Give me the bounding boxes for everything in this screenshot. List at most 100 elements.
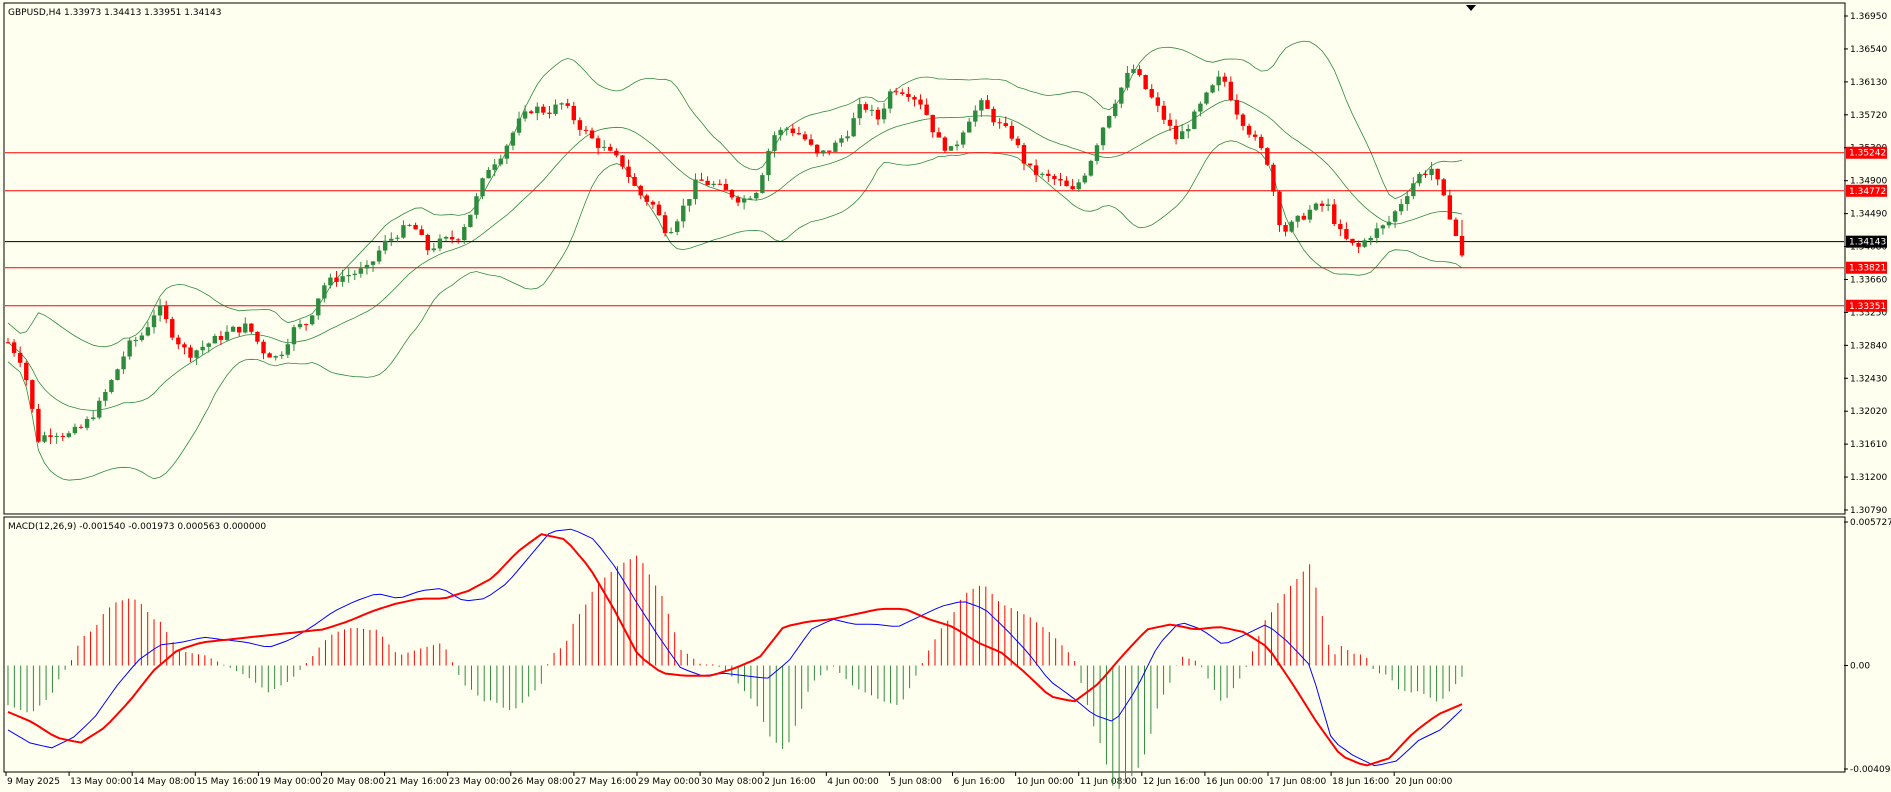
candle-body	[90, 417, 96, 419]
candle-body	[1398, 204, 1404, 212]
candle-body	[449, 236, 455, 240]
candle-body	[894, 91, 899, 93]
candle-body	[358, 268, 364, 274]
price-axis-label: 1.32430	[1850, 374, 1887, 384]
candle-body	[1027, 163, 1033, 166]
candle-body	[626, 166, 631, 177]
candle-body	[997, 122, 1002, 124]
candle-body	[1125, 72, 1130, 88]
candle-body	[930, 114, 935, 133]
price-axis-label: 1.31200	[1850, 473, 1887, 483]
candle-body	[1003, 123, 1008, 127]
candle-body	[1307, 209, 1313, 220]
candle-body	[808, 139, 814, 145]
time-axis-label: 5 Jun 08:00	[890, 777, 942, 787]
price-axis-label: 1.31610	[1850, 440, 1887, 450]
price-tag-label: 1.33351	[1849, 302, 1886, 312]
candle-body	[1362, 240, 1367, 247]
candle-body	[1082, 175, 1088, 183]
candle-body	[608, 146, 613, 151]
candle-body	[1137, 69, 1142, 76]
candle-body	[967, 121, 972, 133]
candle-body	[711, 183, 716, 185]
candle-body	[547, 112, 552, 114]
candle-body	[723, 184, 729, 190]
candle-body	[419, 229, 424, 235]
candle-body	[960, 132, 966, 145]
candle-body	[1392, 211, 1398, 222]
candle-body	[133, 339, 138, 341]
candle-body	[36, 408, 41, 442]
candle-body	[163, 305, 169, 320]
candle-body	[1198, 103, 1203, 112]
candle-body	[541, 106, 546, 113]
candle-body	[182, 344, 187, 348]
candle-body	[881, 108, 887, 120]
candle-body	[376, 250, 382, 262]
candle-body	[1368, 237, 1373, 241]
candle-body	[297, 324, 303, 328]
candle-body	[1216, 76, 1221, 86]
candle-body	[827, 150, 832, 152]
candle-body	[924, 104, 929, 115]
candle-body	[316, 298, 321, 316]
candle-body	[991, 108, 996, 123]
candle-body	[236, 326, 242, 333]
candle-body	[1350, 238, 1355, 244]
candle-body	[766, 150, 771, 176]
candle-body	[97, 400, 102, 418]
candle-body	[401, 225, 406, 238]
macd-axis-label: 0.005727	[1850, 518, 1891, 528]
candle-body	[273, 356, 278, 358]
candle-body	[577, 120, 583, 130]
candle-body	[632, 176, 637, 186]
candle-body	[833, 142, 838, 152]
candle-body	[851, 118, 856, 137]
candle-body	[279, 354, 284, 357]
candle-body	[1265, 148, 1270, 165]
candle-body	[1015, 138, 1021, 146]
candle-body	[1325, 204, 1331, 206]
candle-body	[84, 418, 90, 428]
time-axis-label: 13 May 00:00	[70, 777, 132, 787]
candle-body	[699, 179, 704, 181]
candle-body	[382, 240, 388, 251]
candle-body	[516, 118, 522, 133]
candle-body	[364, 264, 370, 269]
candle-body	[985, 100, 990, 109]
candle-body	[474, 196, 479, 215]
candle-body	[206, 343, 211, 347]
indicator-header: MACD(12,26,9) -0.001540 -0.001973 0.0005…	[8, 522, 266, 532]
candle-body	[340, 276, 345, 282]
candle-body	[1332, 204, 1337, 225]
candle-body	[735, 197, 741, 203]
candle-body	[176, 337, 181, 345]
candle-body	[24, 362, 29, 381]
candle-body	[188, 347, 193, 358]
price-tag-label: 1.34143	[1849, 238, 1886, 248]
chart-root: 1.369501.365401.361301.357201.353001.349…	[0, 0, 1891, 792]
candle-body	[565, 103, 570, 106]
candle-body	[821, 150, 826, 154]
candle-body	[1186, 128, 1191, 132]
candle-body	[334, 277, 339, 282]
time-axis-label: 29 May 00:00	[638, 777, 700, 787]
candle-body	[1283, 225, 1288, 232]
candle-body	[48, 435, 53, 437]
time-axis-label: 10 Jun 00:00	[1017, 777, 1074, 787]
candle-body	[127, 340, 132, 357]
candle-body	[1234, 100, 1240, 115]
macd-axis-label: -0.004094	[1850, 765, 1891, 775]
candle-body	[857, 104, 862, 119]
candle-body	[389, 238, 394, 241]
candle-body	[802, 134, 808, 140]
candle-body	[328, 277, 333, 286]
candle-body	[212, 335, 218, 344]
candle-body	[1319, 203, 1325, 206]
time-axis-label: 16 Jun 00:00	[1206, 777, 1263, 787]
candle-body	[936, 132, 942, 138]
price-tag-label: 1.33821	[1849, 264, 1886, 274]
price-axis-label: 1.36130	[1850, 78, 1887, 88]
candle-body	[948, 146, 954, 151]
candle-body	[78, 426, 84, 428]
